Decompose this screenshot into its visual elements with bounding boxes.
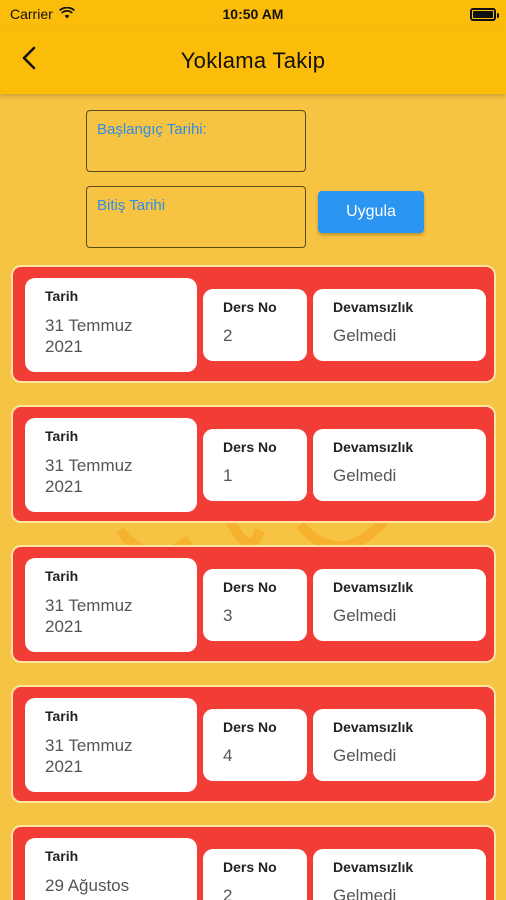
absence-label: Devamsızlık xyxy=(333,579,414,595)
end-date-input[interactable] xyxy=(97,217,295,241)
absence-label: Devamsızlık xyxy=(333,859,414,875)
absence-value: Gelmedi xyxy=(333,326,397,345)
end-date-field[interactable]: Bitiş Tarihi xyxy=(86,186,306,248)
absence-label: Devamsızlık xyxy=(333,299,414,315)
end-date-label: Bitiş Tarihi xyxy=(97,197,166,214)
back-button[interactable] xyxy=(14,44,44,76)
lesson-no-cell: Ders No 4 xyxy=(203,709,307,781)
date-cell: Tarih 31 Temmuz 2021 xyxy=(25,418,197,512)
absence-value: Gelmedi xyxy=(333,746,397,765)
absence-cell: Devamsızlık Gelmedi xyxy=(313,569,486,641)
start-date-field[interactable]: Başlangıç Tarihi: xyxy=(86,110,306,172)
attendance-record[interactable]: Tarih 29 Ağustos 2021 Ders No 2 Devamsız… xyxy=(11,825,496,900)
date-cell: Tarih 29 Ağustos 2021 xyxy=(25,838,197,900)
date-label: Tarih xyxy=(45,288,79,304)
date-label: Tarih xyxy=(45,428,79,444)
status-time: 10:50 AM xyxy=(222,6,284,22)
lesson-no-value: 2 xyxy=(223,886,233,900)
lesson-no-cell: Ders No 2 xyxy=(203,849,307,900)
date-cell: Tarih 31 Temmuz 2021 xyxy=(25,278,197,372)
attendance-record[interactable]: Tarih 31 Temmuz 2021 Ders No 1 Devamsızl… xyxy=(11,405,496,523)
battery-icon xyxy=(470,7,499,21)
date-label: Tarih xyxy=(45,708,79,724)
absence-cell: Devamsızlık Gelmedi xyxy=(313,709,486,781)
lesson-no-label: Ders No xyxy=(223,439,277,455)
attendance-record[interactable]: Tarih 31 Temmuz 2021 Ders No 4 Devamsızl… xyxy=(11,685,496,803)
date-value: 31 Temmuz 2021 xyxy=(45,456,133,496)
status-bar: Carrier 10:50 AM xyxy=(0,0,506,28)
chevron-left-icon xyxy=(21,46,37,75)
date-value: 31 Temmuz 2021 xyxy=(45,596,133,636)
lesson-no-cell: Ders No 1 xyxy=(203,429,307,501)
attendance-record[interactable]: Tarih 31 Temmuz 2021 Ders No 3 Devamsızl… xyxy=(11,545,496,663)
absence-value: Gelmedi xyxy=(333,886,397,900)
attendance-record[interactable]: Tarih 31 Temmuz 2021 Ders No 2 Devamsızl… xyxy=(11,265,496,383)
absence-label: Devamsızlık xyxy=(333,439,414,455)
lesson-no-label: Ders No xyxy=(223,859,277,875)
absence-value: Gelmedi xyxy=(333,606,397,625)
date-cell: Tarih 31 Temmuz 2021 xyxy=(25,558,197,652)
lesson-no-value: 4 xyxy=(223,746,233,765)
page-title: Yoklama Takip xyxy=(180,48,326,73)
absence-label: Devamsızlık xyxy=(333,719,414,735)
app-bar: Yoklama Takip xyxy=(0,28,506,94)
absence-cell: Devamsızlık Gelmedi xyxy=(313,429,486,501)
date-cell: Tarih 31 Temmuz 2021 xyxy=(25,698,197,792)
absence-cell: Devamsızlık Gelmedi xyxy=(313,289,486,361)
lesson-no-label: Ders No xyxy=(223,719,277,735)
lesson-no-value: 3 xyxy=(223,606,233,625)
date-label: Tarih xyxy=(45,568,79,584)
absence-cell: Devamsızlık Gelmedi xyxy=(313,849,486,900)
absence-value: Gelmedi xyxy=(333,466,397,485)
start-date-label: Başlangıç Tarihi: xyxy=(97,121,207,138)
lesson-no-cell: Ders No 3 xyxy=(203,569,307,641)
date-value: 29 Ağustos 2021 xyxy=(45,876,130,900)
date-value: 31 Temmuz 2021 xyxy=(45,316,133,356)
lesson-no-value: 2 xyxy=(223,326,233,345)
lesson-no-value: 1 xyxy=(223,466,233,485)
start-date-input[interactable] xyxy=(97,141,295,165)
lesson-no-label: Ders No xyxy=(223,579,277,595)
lesson-no-cell: Ders No 2 xyxy=(203,289,307,361)
date-label: Tarih xyxy=(45,848,79,864)
lesson-no-label: Ders No xyxy=(223,299,277,315)
apply-button[interactable]: Uygula xyxy=(318,191,424,233)
date-value: 31 Temmuz 2021 xyxy=(45,736,133,776)
